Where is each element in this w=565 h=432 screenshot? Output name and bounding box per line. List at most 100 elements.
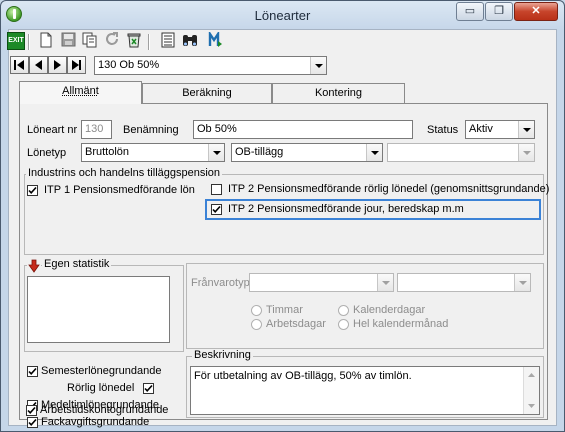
exit-icon: EXIT (8, 37, 24, 44)
first-icon (14, 60, 24, 70)
minimize-icon: ▭ (464, 5, 476, 17)
egen-statistik-title: Egen statistik (42, 258, 112, 270)
tab-kontering[interactable]: Kontering (272, 83, 405, 103)
delete-icon (127, 33, 141, 48)
beskrivning-textarea[interactable]: För utbetalning av OB-tillägg, 50% av ti… (190, 366, 540, 415)
franvarotyp-select[interactable] (249, 273, 394, 292)
arbetsdagar-radio[interactable] (251, 319, 262, 330)
lonetyp-label: Lönetyp (27, 147, 67, 159)
main-window: Lönearter ▭ ❐ ✕ EXIT 130 Ob 50% Allmänt … (0, 0, 565, 432)
tab-kontering-label: Kontering (314, 87, 363, 99)
m-arrow-icon (208, 30, 222, 47)
chevron-down-icon[interactable] (514, 274, 530, 291)
rorlig-lonedel-checkbox[interactable] (143, 383, 154, 394)
refresh-button[interactable] (103, 32, 121, 50)
benamning-label: Benämning (123, 124, 179, 136)
timmar-label: Timmar (266, 304, 303, 316)
hel-kalendermanad-label: Hel kalendermånad (353, 318, 449, 330)
egen-statistik-list[interactable] (27, 276, 170, 343)
beskrivning-text: För utbetalning av OB-tillägg, 50% av ti… (194, 370, 412, 382)
scroll-up-icon (528, 373, 535, 377)
fackavgift-checkbox[interactable] (27, 417, 38, 428)
record-selector[interactable]: 130 Ob 50% (94, 56, 327, 75)
restore-button[interactable]: ❐ (485, 2, 513, 21)
tab-allmant[interactable]: Allmänt (19, 81, 142, 104)
itp2-jour-checkbox[interactable] (211, 204, 222, 215)
kalenderdagar-radio[interactable] (338, 305, 349, 316)
previous-icon (35, 60, 42, 70)
semester-checkbox[interactable] (27, 366, 38, 377)
next-icon (54, 60, 61, 70)
m-arrow-button[interactable] (207, 30, 225, 50)
list-button[interactable] (159, 32, 177, 50)
checkmark-icon (27, 406, 36, 414)
tab-panel-allmant: Löneart nr 130 Benämning Ob 50% Status A… (19, 103, 550, 428)
lonetyp-value: Bruttolön (85, 146, 130, 158)
franvaro-sub-select[interactable] (397, 273, 531, 292)
benamning-field[interactable]: Ob 50% (193, 120, 413, 139)
pension-group-title: Industrins och handelns tilläggspension (26, 167, 223, 179)
new-button[interactable] (37, 32, 55, 50)
title-bar[interactable]: Lönearter ▭ ❐ ✕ (1, 1, 564, 29)
beskrivning-title: Beskrivning (192, 349, 253, 361)
close-icon: ✕ (531, 5, 541, 17)
chevron-down-icon[interactable] (377, 274, 393, 291)
exit-button[interactable]: EXIT (7, 32, 25, 50)
minimize-button[interactable]: ▭ (456, 2, 484, 21)
status-value: Aktiv (469, 123, 493, 135)
copy-button[interactable] (81, 32, 99, 50)
category-value: OB-tillägg (235, 146, 284, 158)
previous-record-button[interactable] (29, 56, 48, 74)
save-icon (61, 32, 75, 47)
first-record-button[interactable] (10, 56, 29, 74)
tab-berakning[interactable]: Beräkning (142, 83, 272, 103)
checkmark-icon (212, 205, 221, 213)
chevron-down-icon[interactable] (518, 144, 534, 161)
checkmark-icon (28, 186, 37, 194)
itp2-jour-label: ITP 2 Pensionsmedförande jour, beredskap… (228, 203, 464, 215)
arbetsdagar-label: Arbetsdagar (266, 318, 326, 330)
binoculars-icon (183, 35, 197, 46)
search-button[interactable] (181, 32, 199, 50)
arrow-down-icon (28, 259, 40, 273)
timmar-radio[interactable] (251, 305, 262, 316)
status-label: Status (427, 124, 459, 136)
status-select[interactable]: Aktiv (465, 120, 535, 139)
last-icon (72, 60, 81, 70)
arbetstid-label: Arbetstidskontogrundande (40, 404, 169, 416)
loneart-nr-label: Löneart nr (27, 124, 78, 136)
tab-berakning-label: Beräkning (182, 87, 232, 99)
extra-select[interactable] (387, 143, 535, 162)
checkmark-icon (144, 384, 153, 392)
hel-kalendermanad-radio[interactable] (338, 319, 349, 330)
semester-label: Semesterlönegrundande (41, 365, 162, 377)
itp2-rorlig-label: ITP 2 Pensionsmedförande rörlig lönedel … (228, 183, 550, 195)
chevron-down-icon[interactable] (366, 144, 382, 161)
arbetstid-checkbox[interactable] (26, 405, 37, 416)
loneart-nr-field[interactable]: 130 (81, 120, 112, 139)
chevron-down-icon[interactable] (518, 121, 534, 138)
lonetyp-select[interactable]: Bruttolön (81, 143, 225, 162)
toolbar-separator (148, 34, 150, 50)
tab-allmant-label: Allmänt (62, 85, 99, 97)
itp1-checkbox[interactable] (27, 185, 38, 196)
last-record-button[interactable] (67, 56, 86, 74)
itp2-rorlig-checkbox[interactable] (211, 184, 222, 195)
chevron-down-icon[interactable] (208, 144, 224, 161)
checkmark-icon (28, 367, 37, 375)
delete-button[interactable] (125, 32, 143, 50)
save-button[interactable] (59, 32, 77, 50)
checkmark-icon (28, 418, 37, 426)
beskrivning-scrollbar[interactable] (523, 367, 539, 414)
close-button[interactable]: ✕ (514, 2, 558, 21)
egen-statistik-toggle[interactable] (27, 259, 41, 273)
rorlig-lonedel-label: Rörlig lönedel (67, 382, 135, 394)
record-selector-value: 130 Ob 50% (98, 59, 160, 71)
scroll-down-icon (528, 404, 535, 408)
category-select[interactable]: OB-tillägg (231, 143, 383, 162)
refresh-icon (105, 32, 118, 45)
list-icon (161, 32, 175, 48)
toolbar-separator (28, 34, 30, 50)
next-record-button[interactable] (48, 56, 67, 74)
chevron-down-icon[interactable] (310, 57, 326, 74)
